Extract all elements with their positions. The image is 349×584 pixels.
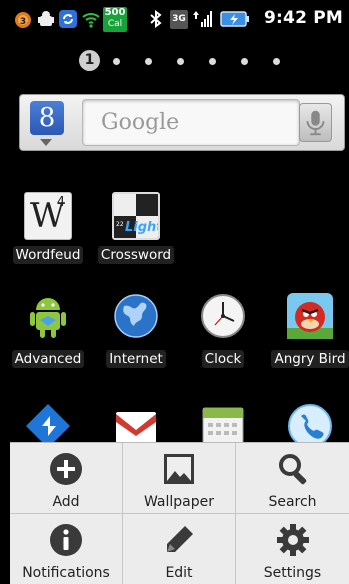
menu-edit-button[interactable]: Edit bbox=[123, 514, 236, 584]
app-advanced[interactable]: Advanced bbox=[4, 292, 92, 368]
crossword-icon: 22 Light bbox=[112, 192, 160, 240]
app-label: Advanced bbox=[11, 350, 85, 368]
google-logo-icon: 8 bbox=[38, 103, 56, 133]
signal-strength-icon bbox=[193, 11, 212, 27]
app-wordfeud[interactable]: W 4 Wordfeud bbox=[4, 192, 92, 264]
svg-text:3: 3 bbox=[20, 17, 26, 27]
data-usage-top: 500 bbox=[104, 7, 126, 18]
app-crossword[interactable]: 22 Light Crossword bbox=[92, 192, 180, 264]
page-dot[interactable] bbox=[177, 58, 184, 65]
data-usage-bottom: Cal bbox=[107, 19, 123, 29]
bluetooth-icon bbox=[150, 10, 162, 28]
voice-search-button[interactable] bbox=[299, 103, 332, 142]
search-source-dropdown-icon[interactable] bbox=[40, 139, 52, 146]
page-dot[interactable] bbox=[241, 58, 248, 65]
page-dot[interactable] bbox=[273, 58, 280, 65]
menu-item-label: Add bbox=[52, 494, 80, 510]
app-internet[interactable]: Internet bbox=[92, 292, 180, 368]
menu-wallpaper-button[interactable]: Wallpaper bbox=[123, 443, 236, 514]
menu-search-button[interactable]: Search bbox=[236, 443, 349, 514]
page-dot[interactable] bbox=[113, 58, 120, 65]
app-label: Internet bbox=[106, 350, 166, 368]
wordfeud-icon: W 4 bbox=[24, 192, 72, 240]
home-page-indicator[interactable]: 1 bbox=[0, 50, 349, 72]
badge-3-icon: 3 bbox=[15, 12, 31, 28]
app-angry-bird[interactable]: Angry Bird bbox=[266, 292, 349, 368]
microphone-icon bbox=[306, 110, 325, 136]
picture-icon bbox=[164, 454, 194, 484]
page-dot[interactable] bbox=[145, 58, 152, 65]
android-robot-icon bbox=[30, 298, 66, 338]
status-time: 9:42 PM bbox=[264, 8, 343, 28]
google-logo-button[interactable]: 8 bbox=[30, 101, 64, 135]
menu-item-label: Settings bbox=[263, 565, 322, 581]
current-page-indicator[interactable]: 1 bbox=[79, 50, 100, 71]
network-type-badge: 3G bbox=[170, 10, 188, 29]
magnifier-icon bbox=[278, 454, 306, 485]
wifi-icon bbox=[82, 13, 100, 28]
app-clock[interactable]: Clock bbox=[179, 292, 267, 368]
angry-bird-icon bbox=[287, 293, 333, 339]
search-placeholder: Google bbox=[101, 110, 180, 135]
google-search-widget: 8 Google bbox=[19, 94, 345, 151]
android-bug-icon bbox=[38, 11, 54, 26]
network-type-label: 3G bbox=[172, 14, 186, 24]
page-dot[interactable] bbox=[209, 58, 216, 65]
menu-notifications-button[interactable]: Notifications bbox=[10, 514, 123, 584]
plus-icon bbox=[50, 453, 82, 485]
menu-item-label: Edit bbox=[165, 565, 193, 581]
menu-item-label: Notifications bbox=[22, 565, 110, 581]
gear-icon bbox=[276, 524, 309, 556]
wordfeud-tile-score: 4 bbox=[56, 195, 65, 210]
data-usage-badge: 500 Cal bbox=[103, 7, 127, 32]
app-label: Angry Bird bbox=[271, 350, 349, 368]
crossword-tile-number: 22 bbox=[116, 221, 124, 228]
globe-icon bbox=[114, 294, 158, 338]
clock-icon bbox=[201, 294, 245, 338]
app-label: Wordfeud bbox=[12, 246, 84, 264]
menu-item-label: Search bbox=[268, 494, 317, 510]
menu-settings-button[interactable]: Settings bbox=[236, 514, 349, 584]
crossword-tile-word: Light bbox=[125, 220, 160, 235]
info-icon bbox=[50, 524, 82, 556]
options-menu: Add Wallpaper Search Notifications Edit bbox=[10, 442, 349, 584]
search-input[interactable]: Google bbox=[82, 99, 300, 146]
menu-add-button[interactable]: Add bbox=[10, 443, 123, 514]
pencil-icon bbox=[167, 526, 193, 552]
sync-icon bbox=[59, 10, 77, 28]
app-label: Clock bbox=[201, 350, 245, 368]
status-bar[interactable]: 3 500 Cal 3G 9:42 PM bbox=[0, 0, 349, 38]
app-label: Crossword bbox=[97, 246, 175, 264]
menu-item-label: Wallpaper bbox=[143, 494, 215, 510]
battery-charging-icon bbox=[220, 11, 249, 27]
